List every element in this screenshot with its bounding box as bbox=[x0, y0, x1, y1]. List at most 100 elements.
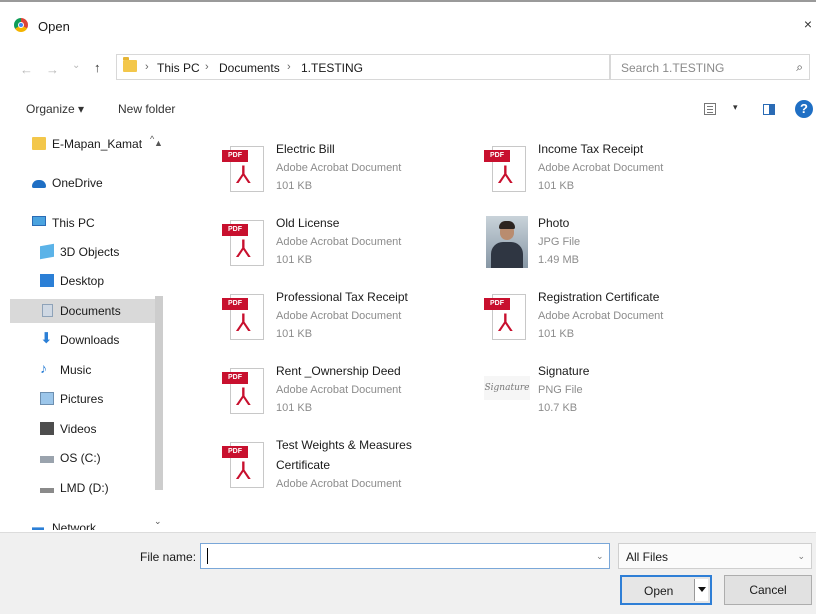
onedrive-icon bbox=[32, 180, 46, 188]
sidebar-item-documents[interactable]: Documents bbox=[10, 299, 160, 323]
file-size: 101 KB bbox=[276, 402, 313, 414]
help-icon[interactable]: ? bbox=[795, 100, 813, 118]
file-name-label: File name: bbox=[140, 550, 197, 564]
file-name: Test Weights & Measures bbox=[276, 438, 412, 452]
forward-arrow-icon[interactable]: → bbox=[46, 62, 59, 77]
address-bar[interactable]: › This PC › Documents › 1.TESTING ▾ ↻ bbox=[116, 54, 709, 80]
music-icon: ♪ bbox=[40, 360, 47, 376]
sidebar-scrollbar[interactable]: ▲ ⌄ bbox=[152, 138, 166, 528]
breadcrumb-this-pc[interactable]: This PC bbox=[157, 61, 200, 75]
pc-icon bbox=[32, 216, 46, 226]
sidebar-item-this-pc[interactable]: This PC bbox=[10, 211, 160, 235]
file-item-test-weights-measures-certificate[interactable]: PDF ⅄ Test Weights & Measures Certificate… bbox=[222, 438, 462, 508]
preview-pane-icon[interactable] bbox=[763, 104, 775, 115]
sidebar-item-label: Music bbox=[60, 363, 92, 377]
sidebar-item-label: Network bbox=[52, 521, 97, 530]
cancel-button[interactable]: Cancel bbox=[724, 575, 812, 605]
file-name: Rent _Ownership Deed bbox=[276, 364, 401, 378]
sidebar-item-videos[interactable]: Videos bbox=[10, 417, 160, 441]
sidebar-item-e-mapan-kamat[interactable]: E-Mapan_Kamat ^ bbox=[10, 132, 160, 156]
window-title: Open bbox=[38, 19, 70, 34]
3d-objects-icon bbox=[40, 243, 54, 260]
sidebar-item-label: Desktop bbox=[60, 274, 105, 288]
drive-icon bbox=[40, 488, 54, 493]
new-folder-button[interactable]: New folder bbox=[118, 102, 175, 116]
file-type-filter[interactable]: All Files ⌄ bbox=[618, 543, 812, 569]
close-icon[interactable]: × bbox=[804, 16, 812, 32]
sidebar-item-3d-objects[interactable]: 3D Objects bbox=[10, 240, 160, 264]
pdf-icon: PDF ⅄ bbox=[222, 368, 266, 418]
file-item-photo[interactable]: Photo JPG File 1.49 MB bbox=[484, 216, 724, 282]
search-input[interactable]: Search 1.TESTING ⌕ bbox=[610, 54, 810, 80]
sidebar-item-lmd-d[interactable]: LMD (D:) bbox=[10, 476, 160, 500]
sidebar-item-label: Downloads bbox=[60, 333, 120, 347]
sidebar-item-label: E-Mapan_Kamat bbox=[52, 137, 143, 151]
folder-icon bbox=[32, 137, 46, 150]
sidebar-item-label: This PC bbox=[52, 216, 95, 230]
change-view-icon[interactable] bbox=[704, 103, 716, 115]
sidebar-item-onedrive[interactable]: OneDrive bbox=[10, 171, 160, 195]
file-item-signature[interactable]: Signature Signature PNG File 10.7 KB bbox=[484, 364, 724, 430]
file-type: Adobe Acrobat Document bbox=[276, 478, 402, 490]
file-name: Electric Bill bbox=[276, 142, 335, 156]
scroll-up-icon[interactable]: ▲ bbox=[154, 138, 163, 148]
pdf-icon: PDF ⅄ bbox=[222, 146, 266, 196]
scrollbar-thumb[interactable] bbox=[155, 296, 163, 490]
search-icon[interactable]: ⌕ bbox=[796, 60, 803, 75]
sidebar-item-desktop[interactable]: Desktop bbox=[10, 269, 160, 293]
desktop-icon bbox=[40, 274, 54, 287]
file-item-income-tax-receipt[interactable]: PDF ⅄ Income Tax Receipt Adobe Acrobat Do… bbox=[484, 142, 724, 208]
sidebar-item-os-c[interactable]: OS (C:) bbox=[10, 446, 160, 470]
file-item-professional-tax-receipt[interactable]: PDF ⅄ Professional Tax Receipt Adobe Acro… bbox=[222, 290, 462, 356]
videos-icon bbox=[40, 422, 54, 435]
sidebar-item-downloads[interactable]: ⬇ Downloads bbox=[10, 328, 160, 352]
back-arrow-icon[interactable]: ← bbox=[20, 62, 33, 77]
documents-icon bbox=[42, 304, 53, 317]
file-name-line2: Certificate bbox=[276, 458, 331, 472]
sidebar-item-label: Pictures bbox=[60, 392, 104, 406]
chevron-down-icon[interactable]: ▾ bbox=[733, 102, 738, 113]
file-type: Adobe Acrobat Document bbox=[538, 310, 664, 322]
breadcrumb-testing[interactable]: 1.TESTING bbox=[301, 61, 363, 75]
sidebar-item-pictures[interactable]: Pictures bbox=[10, 387, 160, 411]
file-type-filter-value: All Files bbox=[626, 550, 669, 564]
file-size: 101 KB bbox=[538, 180, 575, 192]
open-split-dropdown-icon[interactable] bbox=[694, 579, 708, 601]
recent-locations-icon[interactable]: ⌄ bbox=[72, 60, 80, 71]
chrome-icon bbox=[14, 18, 28, 32]
text-caret bbox=[207, 548, 208, 564]
file-item-electric-bill[interactable]: PDF ⅄ Electric Bill Adobe Acrobat Documen… bbox=[222, 142, 462, 208]
folder-icon bbox=[123, 57, 137, 72]
file-size: 101 KB bbox=[538, 328, 575, 340]
scroll-down-icon[interactable]: ⌄ bbox=[154, 516, 162, 527]
sidebar-item-network[interactable]: ▬ Network bbox=[10, 516, 160, 530]
file-name: Signature bbox=[538, 364, 590, 378]
chevron-down-icon[interactable]: ⌄ bbox=[797, 551, 805, 562]
file-size: 1.49 MB bbox=[538, 254, 579, 266]
chevron-right-icon: › bbox=[205, 61, 209, 73]
file-item-registration-certificate[interactable]: PDF ⅄ Registration Certificate Adobe Acro… bbox=[484, 290, 724, 356]
downloads-icon: ⬇ bbox=[40, 330, 53, 347]
chevron-right-icon: › bbox=[287, 61, 291, 73]
up-arrow-icon[interactable]: ↑ bbox=[94, 60, 101, 75]
file-item-rent-ownership-deed[interactable]: PDF ⅄ Rent _Ownership Deed Adobe Acrobat … bbox=[222, 364, 462, 430]
file-size: 101 KB bbox=[276, 254, 313, 266]
file-name: Photo bbox=[538, 216, 570, 230]
file-type: Adobe Acrobat Document bbox=[276, 384, 402, 396]
file-type: Adobe Acrobat Document bbox=[276, 310, 402, 322]
breadcrumb-documents[interactable]: Documents bbox=[219, 61, 280, 75]
file-name-input[interactable] bbox=[200, 543, 610, 569]
pdf-icon: PDF ⅄ bbox=[484, 146, 528, 196]
organize-button[interactable]: Organize ▾ bbox=[26, 102, 84, 116]
file-type: Adobe Acrobat Document bbox=[276, 236, 402, 248]
title-bar: Open × bbox=[0, 0, 816, 44]
network-icon: ▬ bbox=[32, 520, 44, 530]
file-type: Adobe Acrobat Document bbox=[276, 162, 402, 174]
pictures-icon bbox=[40, 392, 54, 405]
file-item-old-license[interactable]: PDF ⅄ Old License Adobe Acrobat Document … bbox=[222, 216, 462, 282]
chevron-down-icon[interactable]: ⌄ bbox=[596, 551, 604, 562]
pdf-icon: PDF ⅄ bbox=[484, 294, 528, 344]
open-button[interactable]: Open bbox=[620, 575, 712, 605]
sidebar-item-music[interactable]: ♪ Music bbox=[10, 358, 160, 382]
pdf-icon: PDF ⅄ bbox=[222, 442, 266, 492]
